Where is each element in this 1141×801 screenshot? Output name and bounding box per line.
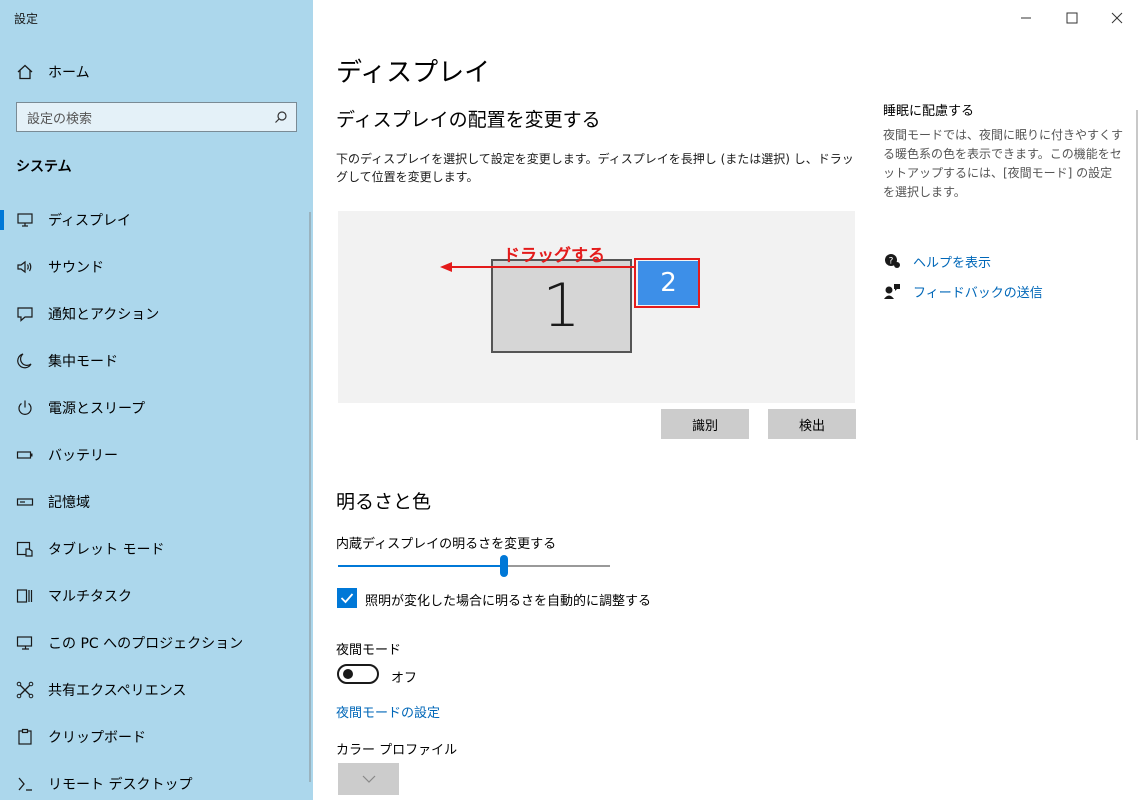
sidebar-item-shared-experiences[interactable]: 共有エクスペリエンス [0,673,300,707]
section-title-system: システム [16,159,72,175]
speaker-icon [17,260,32,274]
night-mode-label: 夜間モード [336,643,402,658]
brightness-section-title: 明るさと色 [336,491,432,513]
chevron-down-icon [362,775,375,783]
sidebar-item-sound[interactable]: サウンド [0,250,300,284]
auto-brightness-label: 照明が変化した場合に明るさを自動的に調整する [365,594,652,609]
sidebar-item-label: リモート デスクトップ [48,777,193,793]
sidebar-item-label: 電源とスリープ [48,401,146,417]
close-icon[interactable] [1107,8,1127,28]
night-mode-toggle[interactable] [337,664,379,684]
help-link-label: ヘルプを表示 [913,255,992,271]
brightness-slider[interactable] [338,555,610,577]
highlight-box [634,258,700,308]
night-mode-state: オフ [391,671,418,686]
sidebar-item-storage[interactable]: 記憶域 [0,485,300,519]
drag-annotation: ドラッグする [503,246,605,266]
identify-button[interactable]: 識別 [661,409,749,439]
sidebar-item-label: バッテリー [48,448,118,464]
storage-icon [16,498,34,506]
power-icon [18,400,32,415]
home-link[interactable]: ホーム [16,62,90,82]
feedback-icon [884,284,900,299]
sidebar-scrollbar[interactable] [309,212,311,782]
toggle-knob [343,669,353,679]
search-input[interactable]: 設定の検索 [16,102,297,132]
sidebar-item-notifications[interactable]: 通知とアクション [0,297,300,331]
sidebar-item-label: サウンド [48,260,104,276]
sidebar-item-remote-desktop[interactable]: リモート デスクトップ [0,767,300,801]
tablet-icon [16,541,33,557]
sidebar-item-tablet-mode[interactable]: タブレット モード [0,532,300,566]
home-label: ホーム [48,65,90,81]
slider-fill [338,565,504,567]
sidebar-item-label: 集中モード [48,354,118,370]
sidebar-item-label: クリップボード [48,730,146,746]
arrange-description: 下のディスプレイを選択して設定を変更します。ディスプレイを長押し (または選択)… [336,152,854,184]
sidebar: 設定 ホーム 設定の検索 システム ディスプレイ サウンド 通知とアクション 集… [0,0,313,800]
sleep-tip-title: 睡眠に配慮する [883,104,975,119]
sidebar-item-focus[interactable]: 集中モード [0,344,300,378]
sidebar-item-power[interactable]: 電源とスリープ [0,391,300,425]
arrange-section-title: ディスプレイの配置を変更する [336,109,601,131]
battery-icon [16,451,33,459]
sidebar-item-multitasking[interactable]: マルチタスク [0,579,300,613]
detect-button[interactable]: 検出 [768,409,856,439]
auto-brightness-checkbox[interactable] [337,588,357,608]
sleep-tip-description: 夜間モードでは、夜間に眠りに付きやすくする暖色系の色を表示できます。この機能をセ… [883,128,1124,199]
projection-icon [16,636,33,650]
night-mode-settings-link[interactable]: 夜間モードの設定 [336,702,440,721]
sidebar-item-display[interactable]: ディスプレイ [0,203,300,237]
svg-text:?: ? [889,257,894,267]
multitask-icon [16,589,33,603]
color-profile-dropdown[interactable] [338,763,399,795]
slider-thumb[interactable] [499,555,508,577]
sidebar-item-battery[interactable]: バッテリー [0,438,300,472]
color-profile-label: カラー プロファイル [336,743,458,758]
sidebar-item-label: この PC へのプロジェクション [48,636,244,652]
sidebar-item-label: 共有エクスペリエンス [48,683,187,699]
main-scrollbar[interactable] [1136,110,1138,440]
sidebar-item-label: 記憶域 [48,495,90,511]
page-title: ディスプレイ [336,58,491,88]
shared-icon [16,681,34,699]
home-icon [17,64,33,80]
remote-desktop-icon [18,777,32,791]
sidebar-item-label: ディスプレイ [48,213,132,229]
help-link[interactable]: ? ヘルプを表示 [883,251,991,271]
sidebar-item-projection[interactable]: この PC へのプロジェクション [0,626,300,660]
maximize-icon[interactable] [1062,8,1082,28]
monitor-icon [17,213,33,227]
brightness-label: 内蔵ディスプレイの明るさを変更する [336,537,557,552]
sidebar-item-label: マルチタスク [48,589,132,605]
feedback-link[interactable]: フィードバックの送信 [883,281,1043,301]
notification-icon [17,307,33,322]
search-icon [275,111,287,123]
sidebar-item-clipboard[interactable]: クリップボード [0,720,300,754]
feedback-link-label: フィードバックの送信 [913,285,1043,301]
sidebar-item-label: 通知とアクション [48,307,160,323]
moon-icon [17,353,32,369]
help-icon: ? [885,254,900,268]
clipboard-icon [18,728,32,745]
search-placeholder: 設定の検索 [27,111,93,127]
minimize-icon[interactable] [1016,8,1036,28]
sidebar-item-label: タブレット モード [48,542,165,558]
checkmark-icon [340,593,354,604]
app-title: 設定 [14,12,39,26]
